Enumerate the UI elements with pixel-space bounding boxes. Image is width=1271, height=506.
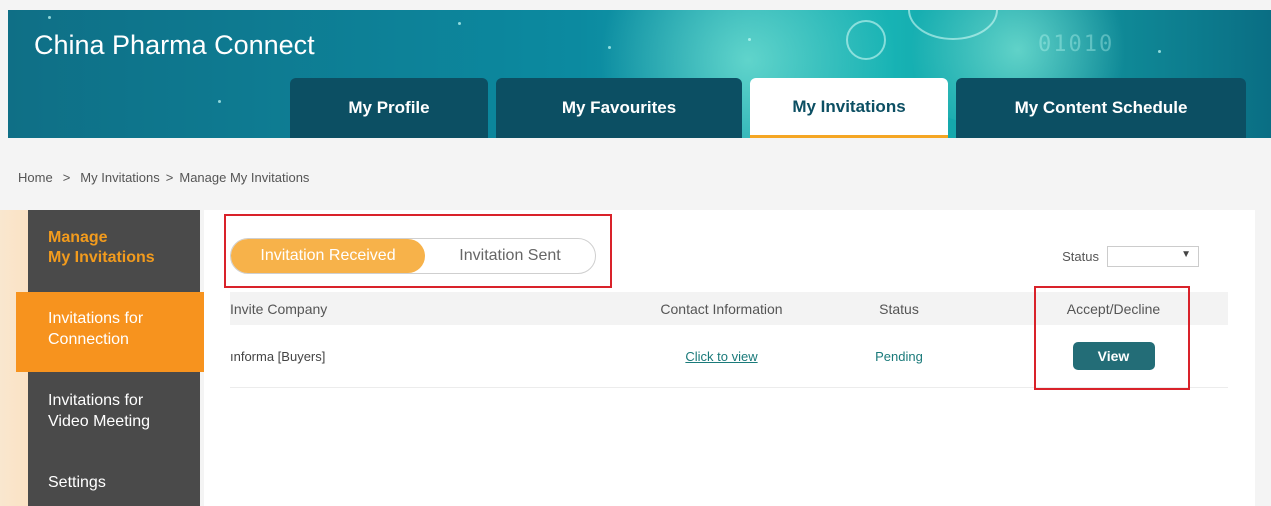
breadcrumb-separator: >	[62, 170, 71, 185]
tab-my-profile[interactable]: My Profile	[290, 78, 488, 138]
breadcrumb-home[interactable]: Home	[18, 170, 53, 185]
click-to-view-link[interactable]: Click to view	[685, 349, 757, 364]
invitation-toggle: Invitation Received Invitation Sent	[230, 238, 596, 274]
site-title: China Pharma Connect	[34, 30, 315, 60]
cell-company: ınforma [Buyers]	[230, 348, 326, 364]
decor-dot	[1158, 50, 1161, 53]
sidebar-item-video-meeting[interactable]: Invitations for Video Meeting	[28, 390, 150, 432]
sidebar-item-label: Connection	[48, 331, 129, 348]
toggle-invitation-sent[interactable]: Invitation Sent	[425, 239, 595, 273]
decor-dot	[748, 38, 751, 41]
chevron-down-icon: ▼	[1181, 249, 1191, 260]
decor-mail-ring	[846, 20, 886, 60]
decor-binary: 01010	[1038, 32, 1115, 57]
sidebar-item-label: Video Meeting	[48, 413, 150, 430]
sidebar-item-label: Invitations for	[48, 392, 144, 409]
annotation-highlight-accept-decline	[1034, 286, 1190, 390]
sidebar-heading-line2: My Invitations	[48, 249, 155, 266]
breadcrumb-separator: >	[165, 170, 174, 185]
decor-dot	[218, 100, 221, 103]
tab-my-favourites[interactable]: My Favourites	[496, 78, 742, 138]
tab-my-invitations[interactable]: My Invitations	[750, 78, 948, 138]
tab-my-content-schedule[interactable]: My Content Schedule	[956, 78, 1246, 138]
sidebar-heading-line1: Manage	[48, 229, 108, 246]
status-select[interactable]: ▼	[1107, 246, 1199, 267]
sidebar-item-connection[interactable]: Invitations for Connection	[16, 292, 206, 372]
decor-dot	[48, 16, 51, 19]
decor-dot	[608, 46, 611, 49]
cell-status: Pending	[875, 348, 923, 364]
breadcrumb-current: Manage My Invitations	[179, 170, 310, 185]
status-filter: Status ▼	[1062, 246, 1199, 267]
status-filter-label: Status	[1062, 249, 1099, 264]
sidebar: Manage My Invitations Invitations for Co…	[16, 210, 206, 506]
toggle-invitation-received[interactable]: Invitation Received	[231, 239, 425, 273]
main-tabs: My Profile My Favourites My Invitations …	[290, 78, 1246, 138]
main-panel: Invitation Received Invitation Sent Stat…	[204, 210, 1255, 506]
sidebar-item-label: Settings	[48, 474, 106, 491]
decor-dot	[458, 22, 461, 25]
breadcrumb-my-invitations[interactable]: My Invitations	[80, 170, 159, 185]
header-banner: 01010 China Pharma Connect My Profile My…	[8, 10, 1271, 138]
sidebar-item-label: Invitations for	[48, 310, 144, 327]
cell-contact: Click to view	[644, 349, 799, 364]
sidebar-heading: Manage My Invitations	[28, 210, 200, 290]
column-header-invite-company: Invite Company	[230, 300, 328, 317]
sidebar-item-settings[interactable]: Settings	[28, 472, 106, 493]
column-header-status: Status	[879, 300, 919, 317]
column-header-contact-information: Contact Information	[660, 300, 783, 317]
breadcrumb: Home > My Invitations > Manage My Invita…	[18, 170, 309, 185]
